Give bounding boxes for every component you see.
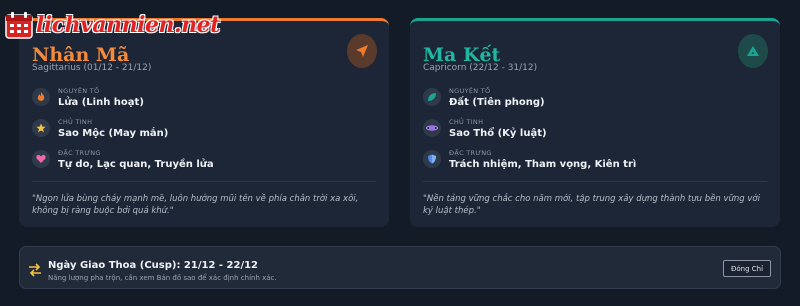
attribute-value: Đất (Tiên phong) (449, 96, 545, 108)
leaf-icon (423, 88, 441, 106)
attribute-traits: ĐẶC TRƯNG Tự do, Lạc quan, Truyền lửa (32, 145, 214, 173)
attribute-value: Lửa (Linh hoạt) (58, 96, 144, 108)
attribute-label: CHỦ TINH (58, 117, 93, 126)
cusp-subtitle: Năng lượng pha trộn, cần xem Bản đồ sao … (48, 274, 277, 282)
attribute-label: ĐẶC TRƯNG (58, 148, 101, 157)
attribute-value: Sao Thổ (Kỷ luật) (449, 127, 547, 139)
swap-arrows-icon (28, 262, 42, 277)
attribute-label: CHỦ TINH (449, 117, 484, 126)
site-logo[interactable]: lichvannien.net (4, 6, 220, 44)
heart-icon (32, 150, 50, 168)
mountain-icon (738, 34, 768, 68)
arrow-icon (347, 34, 377, 68)
attribute-value: Sao Mộc (May mắn) (58, 127, 169, 139)
attribute-value: Tự do, Lạc quan, Truyền lửa (58, 158, 214, 170)
attribute-label: ĐẶC TRƯNG (449, 148, 492, 157)
calendar-logo-icon (4, 10, 34, 40)
divider (423, 181, 767, 182)
attribute-element: NGUYÊN TỐ Lửa (Linh hoạt) (32, 83, 144, 111)
shield-icon (423, 150, 441, 168)
close-button[interactable]: Đóng Chỉ (723, 260, 771, 277)
fire-icon (32, 88, 50, 106)
sign-quote: "Nền tảng vững chắc cho năm mới, tập tru… (423, 194, 760, 216)
attribute-value: Trách nhiệm, Tham vọng, Kiên trì (449, 158, 637, 170)
cusp-title: Ngày Giao Thoa (Cusp): 21/12 - 22/12 (48, 260, 259, 271)
divider (32, 181, 376, 182)
star-icon (32, 119, 50, 137)
cusp-banner: Ngày Giao Thoa (Cusp): 21/12 - 22/12 Năn… (19, 246, 781, 289)
attribute-planet: CHỦ TINH Sao Thổ (Kỷ luật) (423, 114, 547, 142)
planet-icon (423, 119, 441, 137)
sign-card-capricorn: Ma Kết Capricorn (22/12 - 31/12) NGUYÊN … (410, 18, 780, 227)
attribute-label: NGUYÊN TỐ (58, 86, 100, 95)
sign-date-range: Capricorn (22/12 - 31/12) (423, 63, 538, 73)
sign-date-range: Sagittarius (01/12 - 21/12) (32, 63, 152, 73)
attribute-element: NGUYÊN TỐ Đất (Tiên phong) (423, 83, 545, 111)
sign-quote: "Ngọn lửa bùng cháy mạnh mẽ, luôn hướng … (32, 194, 359, 216)
logo-text: lichvannien.net (36, 12, 220, 38)
attribute-traits: ĐẶC TRƯNG Trách nhiệm, Tham vọng, Kiên t… (423, 145, 636, 173)
attribute-planet: CHỦ TINH Sao Mộc (May mắn) (32, 114, 168, 142)
attribute-label: NGUYÊN TỐ (449, 86, 491, 95)
sign-card-sagittarius: Nhân Mã Sagittarius (01/12 - 21/12) NGUY… (19, 18, 389, 227)
